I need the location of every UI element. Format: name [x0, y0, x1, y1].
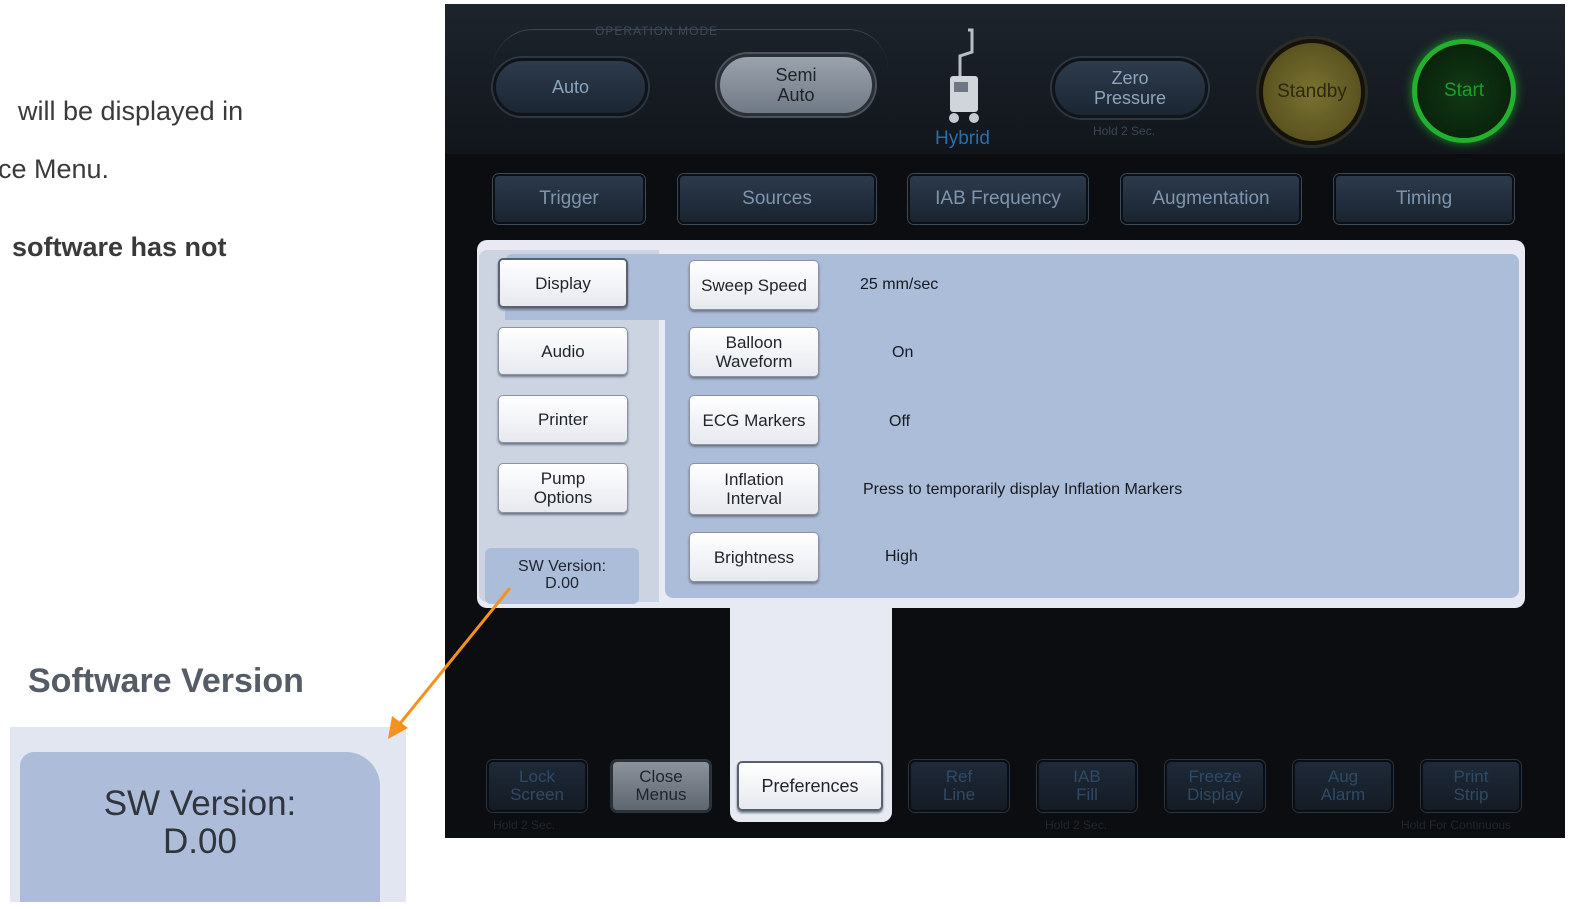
auto-label: Auto: [551, 77, 590, 97]
preferences-label: Preferences: [761, 775, 859, 796]
auto-mode-button[interactable]: Auto: [493, 58, 648, 116]
tab-augmentation[interactable]: Augmentation: [1121, 174, 1301, 224]
menu-audio-button[interactable]: Audio: [498, 327, 628, 375]
menu-pump-options-button[interactable]: Pump Options: [498, 463, 628, 513]
standby-button[interactable]: Standby: [1259, 39, 1365, 145]
zero-label-line-2: Pressure: [1093, 88, 1167, 108]
lock-screen-button[interactable]: Lock Screen: [487, 760, 587, 812]
ref-line-button[interactable]: Ref Line: [909, 760, 1009, 812]
inflation-interval-button[interactable]: Inflation Interval: [689, 463, 819, 515]
operation-bar: OPERATION MODE Auto Semi Auto Hybrid Zer…: [445, 4, 1565, 154]
preferences-button[interactable]: Preferences: [737, 761, 883, 811]
slide-text-line-2: ce Menu.: [0, 154, 110, 184]
tab-sources-label: Sources: [742, 188, 812, 209]
sweep-speed-button[interactable]: Sweep Speed: [689, 260, 819, 310]
brightness-label: Brightness: [713, 547, 795, 567]
sw-version-line-2: D.00: [545, 575, 579, 592]
menu-printer-button[interactable]: Printer: [498, 395, 628, 443]
start-button[interactable]: Start: [1412, 39, 1516, 143]
zoom-sw-line-1: SW Version:: [103, 784, 297, 823]
tab-augmentation-label: Augmentation: [1152, 188, 1270, 209]
print-strip-button[interactable]: Print Strip: [1421, 760, 1521, 812]
hybrid-label: Hybrid: [935, 128, 990, 149]
print-line-1: Print: [1453, 767, 1489, 786]
ecg-markers-button[interactable]: ECG Markers: [689, 395, 819, 445]
menu-display-button[interactable]: Display: [498, 258, 628, 308]
tab-iab-frequency-label: IAB Frequency: [935, 188, 1061, 209]
tab-trigger-label: Trigger: [539, 188, 599, 209]
sw-version-line-1: SW Version:: [517, 558, 607, 575]
standby-label: Standby: [1277, 81, 1347, 102]
menu-audio-label: Audio: [541, 341, 585, 361]
pump-label-line-2: Options: [533, 488, 593, 507]
lock-line-2: Screen: [510, 785, 564, 804]
iabp-screen: OPERATION MODE Auto Semi Auto Hybrid Zer…: [445, 4, 1565, 838]
tab-iab-frequency[interactable]: IAB Frequency: [908, 174, 1088, 224]
pump-label-line-1: Pump: [540, 469, 586, 488]
sweep-speed-value: 25 mm/sec: [860, 276, 939, 293]
freeze-line-2: Display: [1187, 785, 1243, 804]
hybrid-pump-icon: [949, 28, 979, 123]
balloon-label-line-2: Waveform: [715, 352, 793, 371]
tab-timing-label: Timing: [1395, 188, 1453, 209]
print-hold-hint: Hold For Continuous: [1401, 818, 1512, 832]
sw-version-zoom-text: SW Version: D.00: [20, 785, 380, 861]
zero-label-line-1: Zero: [1111, 68, 1149, 88]
operation-mode-label: OPERATION MODE: [595, 24, 719, 38]
slide-text-line-1: will be displayed in: [18, 96, 244, 126]
iab-fill-button[interactable]: IAB Fill: [1037, 760, 1137, 812]
aug-line-2: Alarm: [1320, 785, 1366, 804]
software-version-title: Software Version: [28, 662, 304, 700]
semi-auto-mode-button[interactable]: Semi Auto: [717, 54, 875, 116]
iab-line-2: Fill: [1076, 785, 1098, 804]
ecg-markers-value: Off: [889, 413, 911, 430]
balloon-waveform-value: On: [892, 344, 914, 361]
tab-trigger[interactable]: Trigger: [493, 174, 645, 224]
iab-hold-hint: Hold 2 Sec.: [1045, 818, 1108, 832]
inflation-interval-value: Press to temporarily display Inflation M…: [863, 481, 1183, 498]
iab-line-1: IAB: [1073, 767, 1101, 786]
freeze-line-1: Freeze: [1188, 767, 1242, 786]
lock-line-1: Lock: [519, 767, 555, 786]
start-label: Start: [1443, 80, 1485, 101]
balloon-label-line-1: Balloon: [725, 333, 783, 352]
lock-hold-hint: Hold 2 Sec.: [493, 818, 556, 832]
zero-pressure-button[interactable]: Zero Pressure: [1052, 58, 1208, 118]
close-line-2: Menus: [635, 785, 687, 804]
ecg-markers-label: ECG Markers: [702, 410, 806, 430]
close-line-1: Close: [639, 767, 683, 786]
ref-line-2: Line: [942, 785, 976, 804]
ref-line-1: Ref: [945, 767, 973, 786]
semi-label-line-2: Auto: [777, 85, 815, 105]
brightness-button[interactable]: Brightness: [689, 532, 819, 582]
menu-display-label: Display: [535, 273, 591, 293]
freeze-display-button[interactable]: Freeze Display: [1165, 760, 1265, 812]
aug-alarm-button[interactable]: Aug Alarm: [1293, 760, 1393, 812]
inflation-label-line-2: Interval: [726, 489, 782, 508]
zero-hold-hint: Hold 2 Sec.: [1093, 124, 1156, 138]
inflation-label-line-1: Inflation: [724, 470, 784, 489]
tab-sources[interactable]: Sources: [678, 174, 876, 224]
aug-line-1: Aug: [1327, 767, 1359, 786]
menu-printer-label: Printer: [537, 409, 589, 429]
brightness-value: High: [885, 548, 918, 565]
slide-text-line-3: software has not: [12, 232, 227, 262]
print-line-2: Strip: [1453, 785, 1489, 804]
tab-timing[interactable]: Timing: [1334, 174, 1514, 224]
sw-version-text: SW Version: D.00: [495, 558, 629, 592]
close-menus-button[interactable]: Close Menus: [611, 760, 711, 812]
balloon-waveform-button[interactable]: Balloon Waveform: [689, 327, 819, 377]
zoom-sw-line-2: D.00: [163, 822, 237, 861]
sweep-speed-label: Sweep Speed: [701, 275, 807, 295]
semi-label-line-1: Semi: [775, 65, 817, 85]
